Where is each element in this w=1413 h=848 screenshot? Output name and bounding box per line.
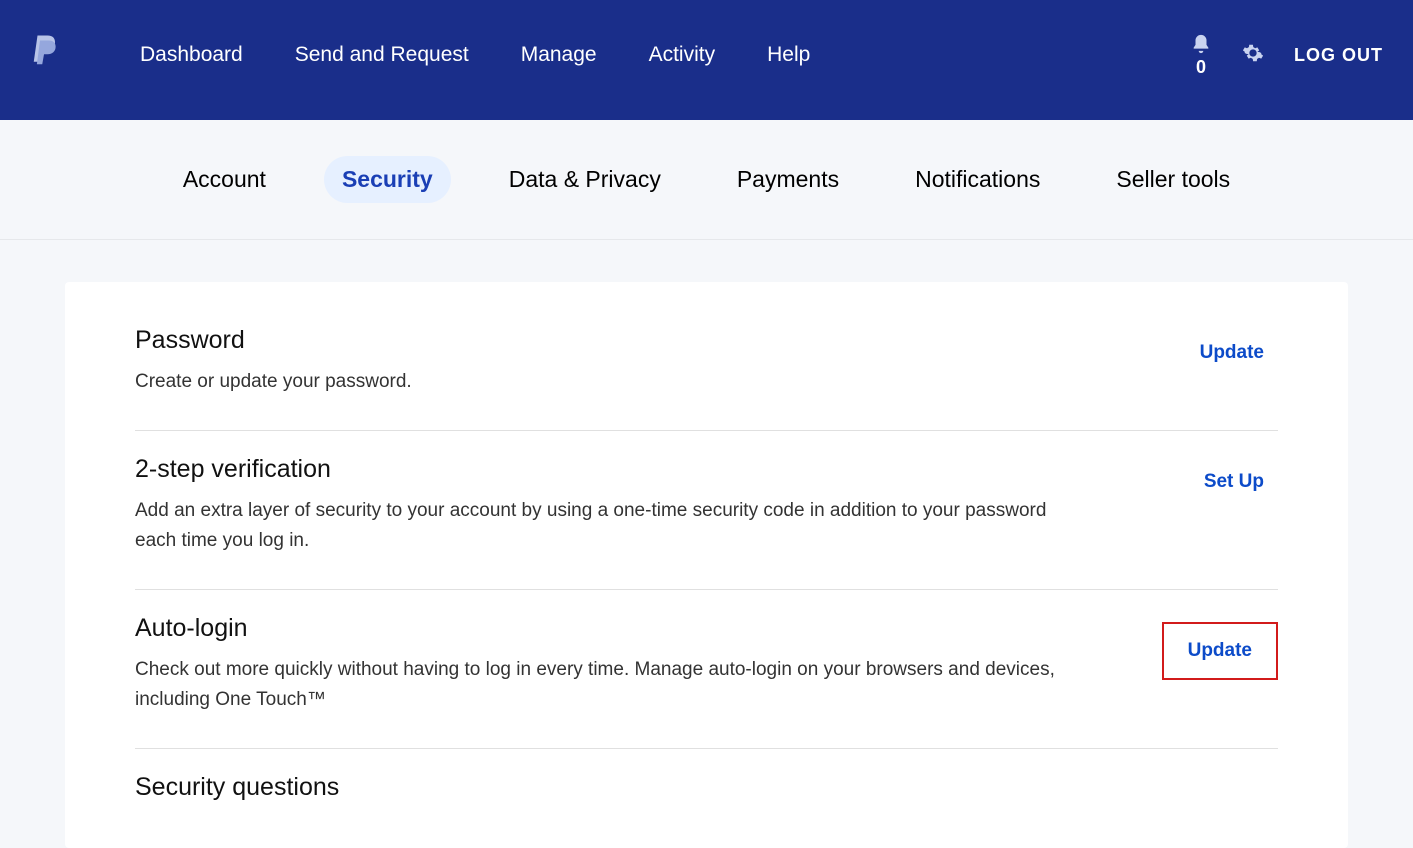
- paypal-logo-icon[interactable]: [30, 35, 60, 76]
- tab-notifications[interactable]: Notifications: [897, 156, 1058, 203]
- nav-manage[interactable]: Manage: [521, 43, 597, 67]
- auto-login-update-link[interactable]: Update: [1162, 622, 1278, 680]
- main-nav: Dashboard Send and Request Manage Activi…: [140, 43, 1190, 67]
- nav-activity[interactable]: Activity: [649, 43, 716, 67]
- gear-icon: [1242, 42, 1264, 64]
- sub-nav: Account Security Data & Privacy Payments…: [165, 156, 1248, 203]
- row-security-questions: Security questions: [135, 749, 1278, 848]
- row-auto-login: Auto-login Check out more quickly withou…: [135, 590, 1278, 749]
- sub-header: Account Security Data & Privacy Payments…: [0, 120, 1413, 240]
- tab-account[interactable]: Account: [165, 156, 284, 203]
- notifications-button[interactable]: 0: [1190, 33, 1212, 78]
- security-settings-card: Password Create or update your password.…: [65, 282, 1348, 848]
- top-header: Dashboard Send and Request Manage Activi…: [0, 0, 1413, 120]
- nav-help[interactable]: Help: [767, 43, 810, 67]
- row-desc: Check out more quickly without having to…: [135, 655, 1055, 714]
- tab-security[interactable]: Security: [324, 156, 451, 203]
- row-password: Password Create or update your password.…: [135, 322, 1278, 431]
- bell-icon: [1190, 33, 1212, 55]
- row-title: 2-step verification: [135, 455, 1055, 484]
- row-title: Auto-login: [135, 614, 1055, 643]
- tab-seller-tools[interactable]: Seller tools: [1098, 156, 1248, 203]
- password-update-link[interactable]: Update: [1186, 334, 1278, 372]
- row-title: Security questions: [135, 773, 339, 802]
- 2step-setup-link[interactable]: Set Up: [1190, 463, 1278, 501]
- header-right: 0 LOG OUT: [1190, 33, 1383, 78]
- row-2step: 2-step verification Add an extra layer o…: [135, 431, 1278, 590]
- row-desc: Add an extra layer of security to your a…: [135, 496, 1055, 555]
- logout-button[interactable]: LOG OUT: [1294, 45, 1383, 66]
- row-title: Password: [135, 326, 412, 355]
- nav-send-request[interactable]: Send and Request: [295, 43, 469, 67]
- row-desc: Create or update your password.: [135, 367, 412, 396]
- nav-dashboard[interactable]: Dashboard: [140, 43, 243, 67]
- tab-data-privacy[interactable]: Data & Privacy: [491, 156, 679, 203]
- notification-count: 0: [1196, 57, 1206, 78]
- tab-payments[interactable]: Payments: [719, 156, 857, 203]
- settings-button[interactable]: [1242, 42, 1264, 69]
